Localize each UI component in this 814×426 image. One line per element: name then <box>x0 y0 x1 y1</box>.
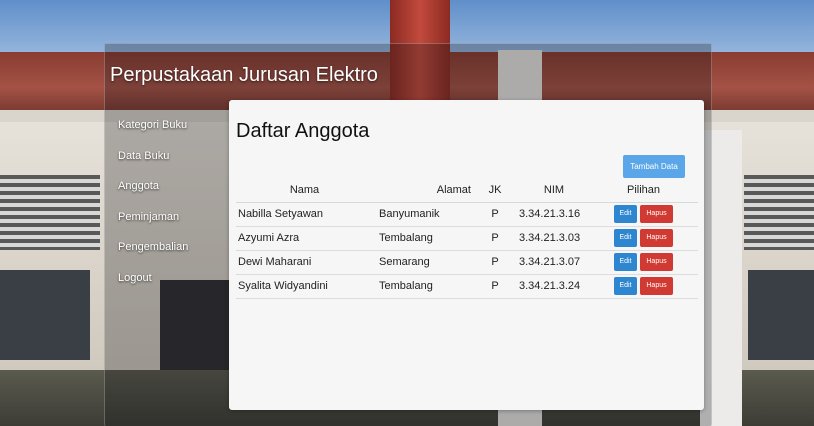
cell-nim: 3.34.21.3.07 <box>519 250 589 275</box>
column-header-pilihan: Pilihan <box>589 178 698 203</box>
edit-button[interactable]: Edit <box>614 205 637 223</box>
cell-actions: Edit Hapus <box>589 250 698 275</box>
cell-nim: 3.34.21.3.03 <box>519 226 589 251</box>
column-header-alamat: Alamat <box>371 178 471 203</box>
cell-actions: Edit Hapus <box>589 202 698 227</box>
delete-button[interactable]: Hapus <box>640 205 673 223</box>
edit-button[interactable]: Edit <box>614 277 637 295</box>
cell-actions: Edit Hapus <box>589 274 698 299</box>
column-header-nama: Nama <box>236 178 371 203</box>
delete-button[interactable]: Hapus <box>640 277 673 295</box>
cell-actions: Edit Hapus <box>589 226 698 251</box>
delete-button[interactable]: Hapus <box>640 253 673 271</box>
cell-nama: Nabilla Setyawan <box>236 202 371 227</box>
sidebar-nav: Kategori Buku Data Buku Anggota Peminjam… <box>118 110 188 293</box>
cell-nim: 3.34.21.3.24 <box>519 274 589 299</box>
table-row: Syalita Widyandini Tembalang P 3.34.21.3… <box>236 274 698 299</box>
table-row: Nabilla Setyawan Banyumanik P 3.34.21.3.… <box>236 202 698 227</box>
table-header-row: Nama Alamat JK NIM Pilihan <box>236 178 698 203</box>
cell-nim: 3.34.21.3.16 <box>519 202 589 227</box>
sidebar-item-kategori-buku[interactable]: Kategori Buku <box>118 110 188 141</box>
sidebar-item-data-buku[interactable]: Data Buku <box>118 141 188 172</box>
cell-alamat: Semarang <box>371 250 471 275</box>
cell-nama: Dewi Maharani <box>236 250 371 275</box>
cell-nama: Azyumi Azra <box>236 226 371 251</box>
sidebar-item-logout[interactable]: Logout <box>118 263 188 294</box>
edit-button[interactable]: Edit <box>614 253 637 271</box>
member-list-card: Daftar Anggota Tambah Data Nama Alamat J… <box>229 100 704 410</box>
add-data-button[interactable]: Tambah Data <box>623 155 685 178</box>
cell-jk: P <box>471 202 519 227</box>
column-header-nim: NIM <box>519 178 589 203</box>
sidebar-item-pengembalian[interactable]: Pengembalian <box>118 232 188 263</box>
column-header-jk: JK <box>471 178 519 203</box>
delete-button[interactable]: Hapus <box>640 229 673 247</box>
sidebar-item-anggota[interactable]: Anggota <box>118 171 188 202</box>
cell-jk: P <box>471 274 519 299</box>
table-row: Azyumi Azra Tembalang P 3.34.21.3.03 Edi… <box>236 226 698 251</box>
cell-alamat: Banyumanik <box>371 202 471 227</box>
cell-alamat: Tembalang <box>371 274 471 299</box>
page-title: Daftar Anggota <box>236 120 370 142</box>
cell-jk: P <box>471 250 519 275</box>
member-table: Nama Alamat JK NIM Pilihan Nabilla Setya… <box>236 178 698 299</box>
edit-button[interactable]: Edit <box>614 229 637 247</box>
cell-alamat: Tembalang <box>371 226 471 251</box>
cell-jk: P <box>471 226 519 251</box>
app-title: Perpustakaan Jurusan Elektro <box>110 64 378 86</box>
sidebar-item-peminjaman[interactable]: Peminjaman <box>118 202 188 233</box>
cell-nama: Syalita Widyandini <box>236 274 371 299</box>
table-row: Dewi Maharani Semarang P 3.34.21.3.07 Ed… <box>236 250 698 275</box>
